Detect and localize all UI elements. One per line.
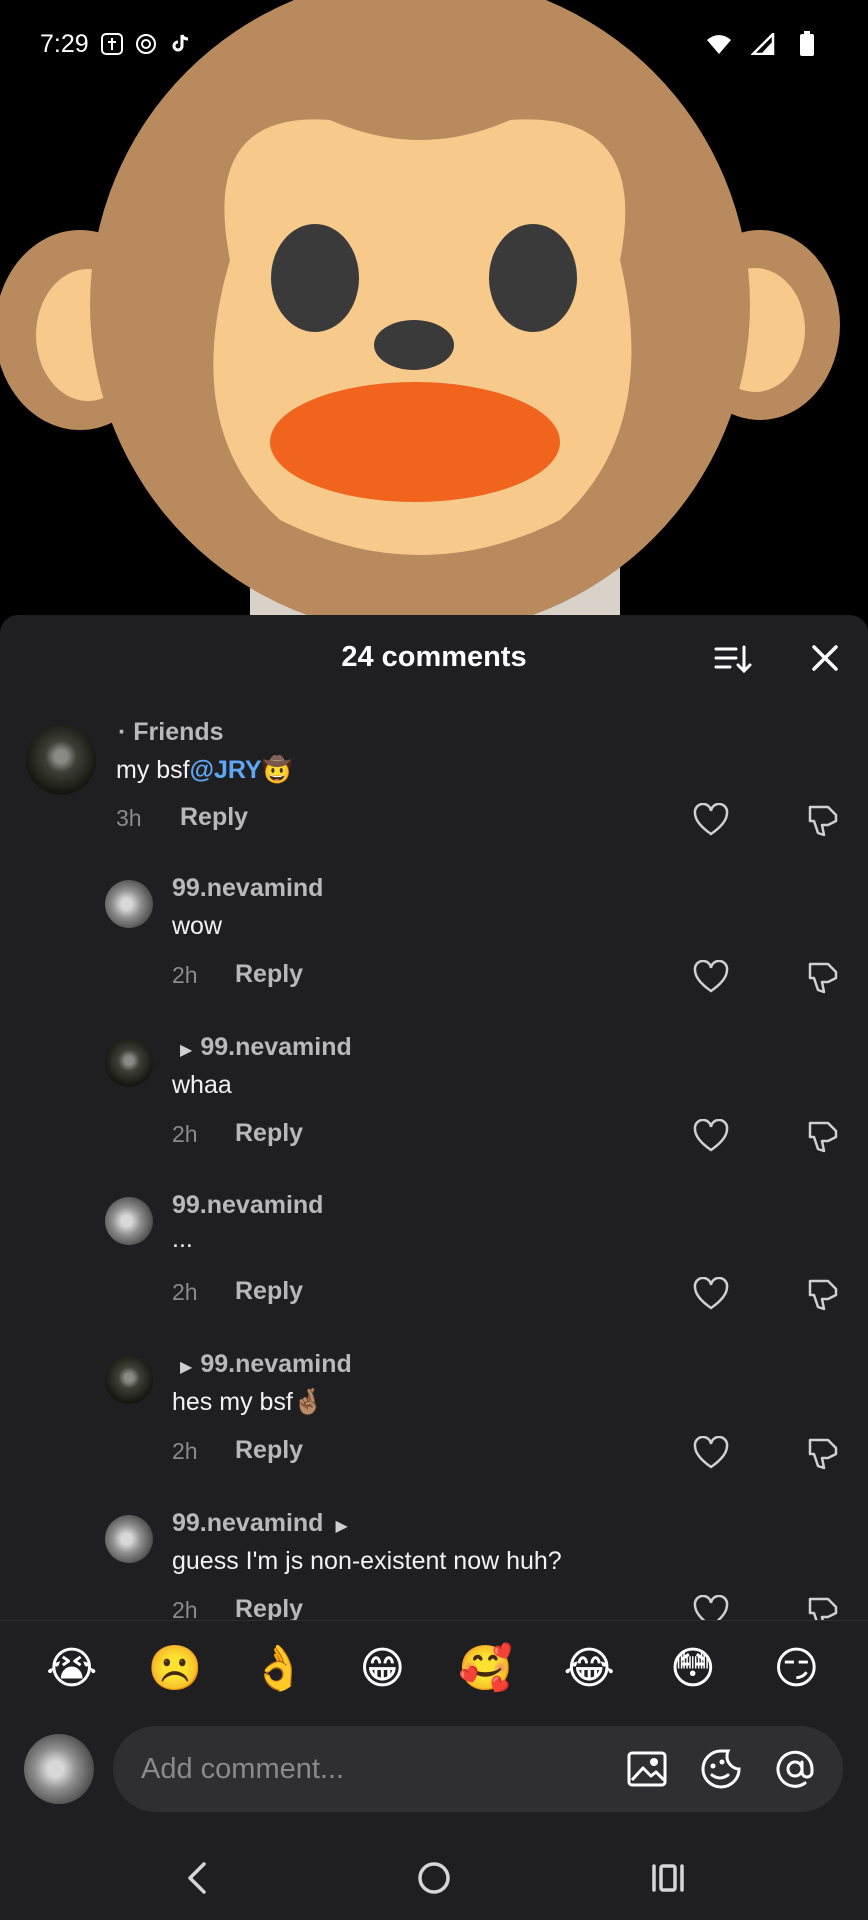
comment-time: 3h bbox=[116, 805, 142, 831]
emoji-button[interactable]: 😳 bbox=[661, 1637, 725, 1701]
sticker-icon[interactable] bbox=[700, 1748, 742, 1790]
comment-text: wow bbox=[172, 912, 223, 940]
mention-icon[interactable] bbox=[774, 1748, 816, 1790]
heart-icon[interactable] bbox=[693, 1119, 729, 1153]
system-nav-bar bbox=[0, 1836, 868, 1920]
comment-username[interactable]: 99.nevamind ▶ bbox=[172, 1509, 356, 1538]
comment-time: 2h bbox=[172, 1279, 198, 1305]
tiktok-icon bbox=[167, 31, 193, 57]
my-avatar[interactable] bbox=[24, 1734, 94, 1804]
emoji-button[interactable]: 👌 bbox=[247, 1637, 311, 1701]
dislike-icon[interactable] bbox=[806, 960, 840, 994]
dislike-icon[interactable] bbox=[806, 1277, 840, 1311]
recents-icon[interactable] bbox=[648, 1858, 688, 1898]
image-icon[interactable] bbox=[626, 1748, 668, 1790]
comment-composer bbox=[0, 1716, 868, 1836]
comment-username[interactable]: 99.nevamind bbox=[172, 874, 323, 903]
comments-count-title: 24 comments bbox=[341, 641, 527, 673]
emoji-button[interactable]: 😂 bbox=[557, 1637, 621, 1701]
comment-friends-label: · Friends bbox=[118, 718, 224, 746]
reply-arrow-icon: ▶ bbox=[180, 1042, 193, 1059]
heart-icon[interactable] bbox=[693, 960, 729, 994]
comment-text: guess I'm js non-existent now huh? bbox=[172, 1547, 562, 1575]
username-text: 99.nevamind bbox=[200, 1350, 352, 1378]
username-text: 99.nevamind bbox=[172, 1509, 324, 1537]
emoji-button[interactable]: 🥰 bbox=[454, 1637, 518, 1701]
sort-icon[interactable] bbox=[712, 639, 752, 679]
heart-icon[interactable] bbox=[693, 1277, 729, 1311]
avatar[interactable] bbox=[105, 1515, 153, 1563]
comment-username[interactable]: ▶ 99.nevamind bbox=[180, 1350, 352, 1379]
emoji-quick-bar: 😭 ☹️ 👌 😁 🥰 😂 😳 😏 bbox=[0, 1620, 868, 1716]
emoji-button[interactable]: 😁 bbox=[350, 1637, 414, 1701]
avatar[interactable] bbox=[105, 1356, 153, 1404]
sheet-header: 24 comments bbox=[0, 615, 868, 700]
home-icon[interactable] bbox=[414, 1858, 454, 1898]
heart-icon[interactable] bbox=[693, 803, 729, 837]
comment-time: 2h bbox=[172, 962, 198, 988]
reply-button[interactable]: Reply bbox=[235, 1436, 303, 1465]
shield-icon bbox=[99, 31, 125, 57]
signal-icon bbox=[750, 31, 776, 57]
comment-body: hes my bsf bbox=[172, 1388, 293, 1416]
dislike-icon[interactable] bbox=[806, 803, 840, 837]
reply-button[interactable]: Reply bbox=[235, 1277, 303, 1306]
monkey-face-image bbox=[0, 0, 840, 620]
reply-button[interactable]: Reply bbox=[235, 960, 303, 989]
comment-emoji: 🤞🏽 bbox=[292, 1388, 325, 1416]
comment-emoji: 🤠 bbox=[261, 756, 293, 784]
status-bar: 7:29 bbox=[0, 0, 868, 88]
comment-username[interactable]: 99.nevamind bbox=[172, 1191, 323, 1220]
dislike-icon[interactable] bbox=[806, 1436, 840, 1470]
reply-arrow-icon: ▶ bbox=[335, 1518, 348, 1535]
reply-button[interactable]: Reply bbox=[180, 803, 248, 832]
avatar[interactable] bbox=[26, 725, 96, 795]
comment-time: 2h bbox=[172, 1121, 198, 1147]
emoji-button[interactable]: 😏 bbox=[764, 1637, 828, 1701]
comment-body: my bsf bbox=[116, 756, 190, 784]
comment-text: hes my bsf🤞🏽 bbox=[172, 1388, 324, 1417]
battery-icon bbox=[794, 31, 820, 57]
close-icon[interactable] bbox=[806, 639, 844, 677]
status-time: 7:29 bbox=[40, 29, 89, 58]
avatar[interactable] bbox=[105, 880, 153, 928]
comment-text: my bsf@JRY🤠 bbox=[116, 756, 293, 785]
avatar[interactable] bbox=[105, 1197, 153, 1245]
comment-time: 2h bbox=[172, 1438, 198, 1464]
username-text: 99.nevamind bbox=[200, 1033, 352, 1061]
threads-icon bbox=[133, 31, 159, 57]
comment-text: ... bbox=[172, 1225, 193, 1253]
back-icon[interactable] bbox=[178, 1858, 218, 1898]
emoji-button[interactable]: ☹️ bbox=[143, 1637, 207, 1701]
video-background bbox=[0, 0, 868, 620]
dislike-icon[interactable] bbox=[806, 1119, 840, 1153]
comment-list: · Friends my bsf@JRY🤠 3h Reply 99.nevami… bbox=[0, 700, 868, 1700]
emoji-button[interactable]: 😭 bbox=[40, 1637, 104, 1701]
heart-icon[interactable] bbox=[693, 1436, 729, 1470]
reply-button[interactable]: Reply bbox=[235, 1119, 303, 1148]
reply-arrow-icon: ▶ bbox=[180, 1359, 193, 1376]
mention-link[interactable]: @JRY bbox=[190, 756, 262, 784]
comment-username[interactable]: ▶ 99.nevamind bbox=[180, 1033, 352, 1062]
comment-text: whaa bbox=[172, 1071, 232, 1099]
avatar[interactable] bbox=[105, 1039, 153, 1087]
wifi-icon bbox=[706, 31, 732, 57]
